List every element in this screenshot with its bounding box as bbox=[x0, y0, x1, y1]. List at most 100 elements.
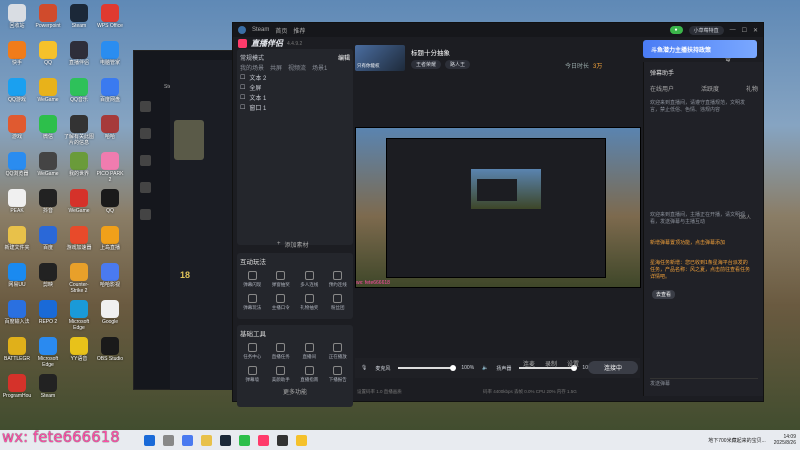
clock-date[interactable]: 2025/8/26 bbox=[774, 440, 796, 446]
checkbox-icon[interactable]: ☐ bbox=[240, 74, 245, 81]
desktop-icon[interactable]: 剪映 bbox=[33, 263, 63, 288]
speaker-icon[interactable]: 🔈 bbox=[482, 365, 488, 371]
nav-icon[interactable] bbox=[140, 128, 151, 139]
tool-item[interactable]: 主播口令 bbox=[269, 292, 294, 311]
more-functions-button[interactable]: 更多功能 bbox=[240, 387, 350, 396]
stream-title[interactable]: 标题十分抽象 bbox=[411, 47, 450, 57]
desktop-icon[interactable]: YY语音 bbox=[64, 337, 94, 362]
danmaku-tab[interactable]: 在线用户 bbox=[650, 84, 674, 93]
danmaku-tab[interactable]: 活跃度 bbox=[701, 84, 719, 93]
desktop-icon[interactable]: 哈哈影视 bbox=[95, 263, 125, 288]
nav-icon[interactable] bbox=[140, 101, 151, 112]
desktop-icon[interactable]: QQ音乐 bbox=[64, 78, 94, 103]
close-icon[interactable]: ✕ bbox=[753, 27, 758, 34]
tool-item[interactable]: 正在播放 bbox=[326, 341, 351, 360]
live-app-taskbar-icon[interactable] bbox=[258, 434, 269, 446]
desktop-icon[interactable]: Steam bbox=[64, 4, 94, 29]
tool-item[interactable]: 直播指南 bbox=[297, 364, 322, 383]
desktop-icon[interactable]: PEAK bbox=[2, 189, 32, 214]
search-icon[interactable] bbox=[163, 434, 174, 446]
desktop-icon[interactable]: Powerpoint bbox=[33, 4, 63, 29]
tag-sub[interactable]: 路人王 bbox=[445, 60, 471, 69]
control-icon-label[interactable]: 连麦 bbox=[523, 359, 535, 368]
minimize-icon[interactable]: — bbox=[730, 27, 736, 33]
scene-edit-button[interactable]: 编辑 bbox=[338, 53, 350, 62]
desktop-icon[interactable]: WPS Office bbox=[95, 4, 125, 29]
nav-icon[interactable] bbox=[140, 155, 151, 166]
maximize-icon[interactable]: ☐ bbox=[742, 27, 747, 34]
tool-item[interactable]: 多人连线 bbox=[297, 269, 322, 288]
qq-taskbar-icon[interactable] bbox=[296, 434, 307, 446]
desktop-icon[interactable]: 新建文件夹 bbox=[2, 226, 32, 251]
desktop-icon[interactable]: 回收站 bbox=[2, 4, 32, 29]
desktop-icon[interactable]: 微信 bbox=[33, 115, 63, 140]
nav-icon[interactable] bbox=[140, 209, 151, 220]
desktop-icon[interactable]: 网易UU bbox=[2, 263, 32, 288]
view-task-button[interactable]: 去查看 bbox=[652, 290, 676, 299]
tool-item[interactable]: 美颜助手 bbox=[269, 364, 294, 383]
edge-icon[interactable] bbox=[182, 434, 193, 446]
danmaku-input[interactable]: 发送弹幕 bbox=[650, 378, 758, 390]
desktop-icon[interactable]: 游戏加速器 bbox=[64, 226, 94, 251]
add-material-button[interactable]: + 添加素材 bbox=[277, 239, 309, 249]
desktop-icon[interactable]: Counter-Strike 2 bbox=[64, 263, 94, 294]
steam-icon[interactable] bbox=[238, 26, 246, 34]
mic-slider[interactable] bbox=[398, 365, 457, 371]
desktop-icon[interactable]: 游戏 bbox=[2, 115, 32, 140]
tool-item[interactable]: 直播任务 bbox=[269, 341, 294, 360]
tool-item[interactable]: 弹幕闪现 bbox=[240, 269, 265, 288]
desktop-icon[interactable]: ProgramHou bbox=[2, 374, 32, 399]
desktop-icon[interactable]: 百度输入法 bbox=[2, 300, 32, 325]
tool-item[interactable]: 弹幕玩法 bbox=[240, 292, 265, 311]
desktop-icon[interactable]: 了解有关此图片的信息 bbox=[64, 115, 94, 146]
obs-taskbar-icon[interactable] bbox=[277, 434, 288, 446]
desktop-icon[interactable]: 快手 bbox=[2, 41, 32, 66]
desktop-icon[interactable]: 抖音 bbox=[33, 189, 63, 214]
steam-tab[interactable]: Steam bbox=[252, 27, 269, 33]
tool-item[interactable]: 礼物抽奖 bbox=[297, 292, 322, 311]
tool-item[interactable]: 下播报告 bbox=[326, 364, 351, 383]
tool-item[interactable]: 弹窗抽奖 bbox=[269, 269, 294, 288]
desktop-icon[interactable]: WeGame bbox=[33, 152, 63, 177]
scene-item[interactable]: ☐ 全屏 bbox=[240, 82, 350, 92]
microphone-icon[interactable]: 🎙 bbox=[361, 365, 367, 371]
desktop-icon[interactable]: Microsoft Edge bbox=[33, 337, 63, 368]
scene-tab[interactable]: 视频流 bbox=[288, 63, 306, 72]
tool-item[interactable]: 预约连线 bbox=[326, 269, 351, 288]
checkbox-icon[interactable]: ☐ bbox=[240, 104, 245, 111]
desktop-icon[interactable]: BATTLEGR bbox=[2, 337, 32, 362]
start-icon[interactable] bbox=[144, 434, 155, 446]
checkbox-icon[interactable]: ☐ bbox=[240, 94, 245, 101]
desktop-icon[interactable]: 哈哈 bbox=[95, 115, 125, 140]
desktop-icon[interactable]: QQ游戏 bbox=[2, 78, 32, 103]
tool-item[interactable]: 弹幕墙 bbox=[240, 364, 265, 383]
folder-icon[interactable] bbox=[201, 434, 212, 446]
desktop-icon[interactable]: QQ浏览器 bbox=[2, 152, 32, 177]
desktop-icon[interactable]: PICO PARK 2 bbox=[95, 152, 125, 183]
user-menu[interactable]: 小草莓特直 bbox=[688, 25, 724, 35]
tool-item[interactable]: 直播间 bbox=[297, 341, 322, 360]
desktop-icon[interactable]: 直播伴侣 bbox=[64, 41, 94, 66]
desktop-icon[interactable]: WeGame bbox=[33, 78, 63, 103]
tool-item[interactable]: 粉丝团 bbox=[326, 292, 351, 311]
checkbox-icon[interactable]: ☐ bbox=[240, 84, 245, 91]
desktop-icon[interactable]: 电脑管家 bbox=[95, 41, 125, 66]
control-icon-label[interactable]: 录制 bbox=[545, 359, 557, 368]
taskbar-search-text[interactable]: 地下700米藏起来的宝贝... bbox=[708, 437, 766, 444]
desktop-icon[interactable]: 百度 bbox=[33, 226, 63, 251]
stream-cover[interactable]: 只有你能权 bbox=[355, 45, 405, 71]
scene-mode-label[interactable]: 常规模式 bbox=[240, 53, 264, 62]
desktop-icon[interactable]: Microsoft Edge bbox=[64, 300, 94, 331]
desktop-icon[interactable]: 上岛直播 bbox=[95, 226, 125, 251]
desktop-icon[interactable]: QQ bbox=[33, 41, 63, 66]
desktop-icon[interactable]: WeGame bbox=[64, 189, 94, 214]
desktop-icon[interactable]: OBS Studio bbox=[95, 337, 125, 362]
status-pill[interactable]: ● bbox=[669, 26, 683, 34]
desktop-icon[interactable]: 百度网盘 bbox=[95, 78, 125, 103]
scene-item[interactable]: ☐ 窗口 1 bbox=[240, 102, 350, 112]
desktop-icon[interactable]: Steam bbox=[33, 374, 63, 399]
scene-tab[interactable]: 我的场景 bbox=[240, 63, 264, 72]
tool-item[interactable]: 任务中心 bbox=[240, 341, 265, 360]
scene-item[interactable]: ☐ 文本 2 bbox=[240, 72, 350, 82]
desktop-icon[interactable]: REPO 2 bbox=[33, 300, 63, 325]
